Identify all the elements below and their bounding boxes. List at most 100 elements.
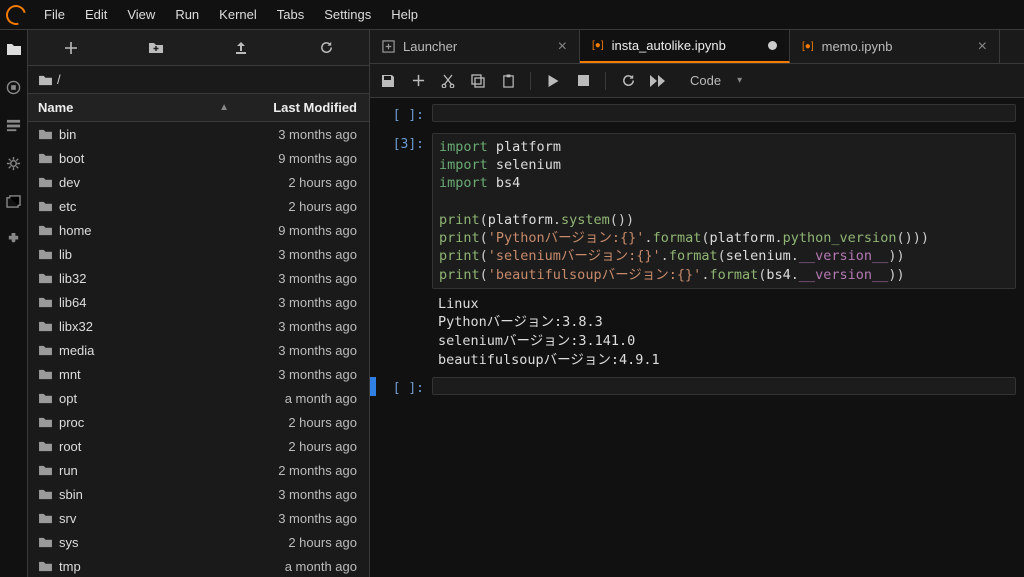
tab-insta_autolike-ipynb[interactable]: [●] insta_autolike.ipynb: [580, 30, 790, 63]
code-cell[interactable]: [ ]:: [370, 377, 1024, 396]
menu-run[interactable]: Run: [165, 3, 209, 26]
dirty-indicator: [768, 41, 777, 50]
tab-launcher[interactable]: Launcher×: [370, 30, 580, 63]
file-row[interactable]: mnt3 months ago: [28, 362, 369, 386]
cut-button[interactable]: [440, 74, 456, 88]
file-row[interactable]: boot 9 months ago: [28, 146, 369, 170]
folder-icon: [38, 128, 53, 140]
file-row[interactable]: root2 hours ago: [28, 434, 369, 458]
file-row[interactable]: media 3 months ago: [28, 338, 369, 362]
file-modified: 2 hours ago: [239, 535, 369, 550]
folder-icon: [38, 224, 53, 236]
file-name: lib64: [59, 295, 86, 310]
menu-edit[interactable]: Edit: [75, 3, 117, 26]
file-modified: 2 hours ago: [239, 439, 369, 454]
stop-button[interactable]: [575, 75, 591, 86]
file-row[interactable]: srv3 months ago: [28, 506, 369, 530]
file-row[interactable]: lib3 months ago: [28, 242, 369, 266]
file-name: libx32: [59, 319, 93, 334]
file-row[interactable]: sys2 hours ago: [28, 530, 369, 554]
code-cell[interactable]: [ ]:: [370, 104, 1024, 123]
restart-button[interactable]: [620, 73, 636, 88]
menu-help[interactable]: Help: [381, 3, 428, 26]
file-row[interactable]: lib323 months ago: [28, 266, 369, 290]
run-button[interactable]: [545, 75, 561, 87]
notebook-icon: [●]: [592, 40, 604, 51]
folder-icon: [38, 512, 53, 524]
cell-prompt: [3]:: [376, 133, 432, 371]
file-name: bin: [59, 127, 76, 142]
menu-view[interactable]: View: [117, 3, 165, 26]
file-row[interactable]: libx32 3 months ago: [28, 314, 369, 338]
col-modified[interactable]: Last Modified: [239, 100, 369, 115]
file-name: tmp: [59, 559, 81, 574]
save-button[interactable]: [380, 74, 396, 88]
extension-icon[interactable]: [5, 230, 23, 248]
file-name: etc: [59, 199, 76, 214]
file-row[interactable]: sbin3 months ago: [28, 482, 369, 506]
folder-icon: [38, 560, 53, 572]
file-row[interactable]: proc 2 hours ago: [28, 410, 369, 434]
menu-file[interactable]: File: [34, 3, 75, 26]
file-modified: 9 months ago: [239, 151, 369, 166]
close-icon[interactable]: ×: [558, 38, 567, 56]
file-modified: 3 months ago: [239, 367, 369, 382]
main-area: Launcher× [●] insta_autolike.ipynb [●]memo.…: [370, 30, 1024, 577]
close-icon[interactable]: ×: [978, 38, 987, 56]
breadcrumb[interactable]: /: [28, 66, 369, 94]
menu-tabs[interactable]: Tabs: [267, 3, 314, 26]
file-name: proc: [59, 415, 84, 430]
file-name: run: [59, 463, 78, 478]
upload-button[interactable]: [211, 41, 271, 55]
file-row[interactable]: home9 months ago: [28, 218, 369, 242]
file-row[interactable]: lib64 3 months ago: [28, 290, 369, 314]
file-modified: 2 hours ago: [239, 415, 369, 430]
folder-icon: [38, 344, 53, 356]
add-cell-button[interactable]: [410, 74, 426, 87]
code-cell[interactable]: [3]: import platform import selenium imp…: [370, 133, 1024, 371]
folder-icon: [38, 392, 53, 404]
file-modified: a month ago: [239, 559, 369, 574]
file-row[interactable]: etc2 hours ago: [28, 194, 369, 218]
file-name: boot: [59, 151, 84, 166]
file-name: lib: [59, 247, 72, 262]
tabs-icon[interactable]: [5, 192, 23, 210]
cell-prompt: [ ]:: [376, 104, 432, 123]
code-input[interactable]: [432, 377, 1016, 395]
new-folder-button[interactable]: [126, 41, 186, 54]
file-name: srv: [59, 511, 76, 526]
cell-type-select[interactable]: Code ▾: [680, 73, 742, 88]
breadcrumb-root: /: [57, 72, 61, 87]
file-row[interactable]: tmp a month ago: [28, 554, 369, 577]
menubar: FileEditViewRunKernelTabsSettingsHelp: [0, 0, 1024, 30]
settings-gear-icon[interactable]: [5, 154, 23, 172]
file-row[interactable]: bin3 months ago: [28, 122, 369, 146]
file-row[interactable]: opta month ago: [28, 386, 369, 410]
tab-label: insta_autolike.ipynb: [612, 38, 726, 53]
folder-icon: [38, 152, 53, 164]
restart-run-all-button[interactable]: [650, 75, 666, 87]
file-row[interactable]: run2 months ago: [28, 458, 369, 482]
copy-button[interactable]: [470, 74, 486, 88]
file-name: media: [59, 343, 94, 358]
menu-settings[interactable]: Settings: [314, 3, 381, 26]
commands-icon[interactable]: [5, 116, 23, 134]
code-input[interactable]: [432, 104, 1016, 122]
folder-icon: [38, 464, 53, 476]
file-modified: 3 months ago: [239, 295, 369, 310]
file-row[interactable]: dev2 hours ago: [28, 170, 369, 194]
refresh-button[interactable]: [296, 40, 356, 55]
paste-button[interactable]: [500, 74, 516, 88]
menu-kernel[interactable]: Kernel: [209, 3, 267, 26]
file-modified: 3 months ago: [239, 271, 369, 286]
code-input[interactable]: import platform import selenium import b…: [432, 133, 1016, 289]
file-modified: 3 months ago: [239, 319, 369, 334]
new-launcher-button[interactable]: [41, 41, 101, 55]
running-icon[interactable]: [5, 78, 23, 96]
folder-icon[interactable]: [5, 40, 23, 58]
col-name[interactable]: Name▲: [28, 100, 239, 115]
tab-memo-ipynb[interactable]: [●]memo.ipynb×: [790, 30, 1000, 63]
file-modified: 3 months ago: [239, 343, 369, 358]
file-modified: 9 months ago: [239, 223, 369, 238]
activity-bar: [0, 30, 28, 577]
